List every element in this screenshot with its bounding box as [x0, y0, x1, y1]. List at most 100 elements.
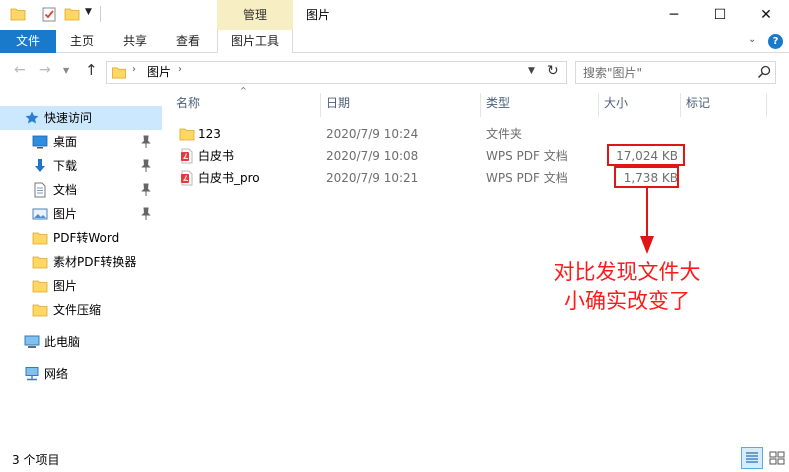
folder-icon [179, 128, 195, 141]
new-folder-icon[interactable] [64, 6, 80, 22]
sidebar-item-label: 文档 [53, 183, 78, 197]
expand-ribbon-icon[interactable]: ⌄ [748, 34, 756, 45]
pin-icon[interactable] [140, 207, 152, 221]
chevron-right-icon[interactable]: › [132, 64, 136, 75]
file-name: 白皮书_pro [198, 171, 260, 185]
forward-arrow-icon[interactable]: → [39, 62, 51, 78]
column-header-size[interactable]: 大小 [604, 91, 628, 115]
sidebar-item-network[interactable]: 网络 [0, 362, 162, 386]
folder-icon [112, 67, 126, 79]
tab-home[interactable]: 主页 [57, 30, 107, 53]
breadcrumb[interactable]: 图片 [147, 62, 171, 83]
column-divider[interactable] [480, 93, 481, 117]
back-arrow-icon[interactable]: ← [14, 62, 26, 78]
sidebar-item-pdf-converter[interactable]: 素材PDF转换器 [0, 250, 162, 274]
document-icon [34, 182, 46, 198]
folder-icon [32, 256, 48, 269]
sidebar-item-label: 桌面 [53, 135, 78, 149]
column-header-date[interactable]: 日期 [326, 91, 350, 115]
address-bar[interactable]: › 图片 › ▼ ↻ [106, 61, 567, 84]
highlight-box-compressed-size [614, 166, 679, 188]
refresh-icon[interactable]: ↻ [547, 63, 559, 79]
file-type: WPS PDF 文档 [486, 149, 568, 163]
pin-icon[interactable] [140, 159, 152, 173]
network-icon [25, 367, 39, 381]
annotation-line: 小确实改变了 [564, 289, 690, 313]
window-title: 图片 [306, 8, 331, 22]
desktop-icon [32, 135, 48, 149]
details-view-icon [746, 452, 758, 463]
folder-icon [32, 304, 48, 317]
folder-icon [32, 232, 48, 245]
column-header-tags[interactable]: 标记 [686, 91, 710, 115]
sidebar-item-label: PDF转Word [53, 231, 120, 245]
computer-icon [24, 335, 40, 348]
large-icons-view-icon [769, 451, 785, 465]
chevron-right-icon[interactable]: › [178, 64, 182, 75]
file-name: 白皮书 [198, 149, 235, 163]
up-arrow-icon[interactable]: ↑ [85, 61, 98, 79]
file-type: WPS PDF 文档 [486, 171, 568, 185]
sidebar-item-pictures[interactable]: 图片 [0, 202, 162, 226]
pictures-icon [32, 208, 48, 220]
manage-context-tab[interactable]: 管理 [217, 0, 293, 30]
sidebar-item-label: 此电脑 [44, 335, 81, 349]
sidebar-item-quick-access[interactable]: 快速访问 [0, 106, 162, 130]
title-bar: ▼ 管理 图片 ─ ☐ ✕ [0, 0, 789, 30]
annotation-arrow-icon [640, 186, 654, 254]
sidebar-item-downloads[interactable]: 下载 [0, 154, 162, 178]
pin-icon[interactable] [140, 183, 152, 197]
chevron-down-icon[interactable]: ▼ [528, 66, 535, 76]
maximize-button[interactable]: ☐ [697, 0, 743, 30]
search-icon[interactable] [756, 64, 772, 80]
sidebar-item-label: 素材PDF转换器 [53, 255, 137, 269]
folder-icon[interactable] [10, 6, 26, 22]
sidebar-item-label: 文件压缩 [53, 303, 102, 317]
search-input[interactable] [576, 62, 751, 83]
tab-share[interactable]: 共享 [109, 30, 161, 53]
sort-ascending-icon: ^ [240, 86, 247, 95]
customize-toolbar-icon[interactable]: ▼ [85, 7, 92, 17]
star-icon [25, 111, 39, 124]
ribbon-tabs: 文件 主页 共享 查看 图片工具 ⌄ ? [0, 30, 789, 53]
folder-icon [32, 280, 48, 293]
column-header-name[interactable]: 名称 [176, 91, 200, 115]
column-header-type[interactable]: 类型 [486, 91, 510, 115]
sidebar-item-this-pc[interactable]: 此电脑 [0, 330, 162, 354]
table-row[interactable]: 123 2020/7/9 10:24 文件夹 [170, 123, 770, 145]
column-divider[interactable] [766, 93, 767, 117]
recent-locations-icon[interactable]: ▼ [63, 66, 69, 75]
table-row[interactable]: 白皮书_pro 2020/7/9 10:21 WPS PDF 文档 1,738 … [170, 167, 770, 189]
sidebar-item-label: 图片 [53, 279, 78, 293]
pin-icon[interactable] [140, 135, 152, 149]
sidebar-item-label: 图片 [53, 207, 78, 221]
details-view-button[interactable] [741, 447, 763, 469]
search-box[interactable] [575, 61, 776, 84]
large-icons-view-button[interactable] [766, 447, 788, 469]
sidebar-item-pdf-to-word[interactable]: PDF转Word [0, 226, 162, 250]
sidebar-item-label: 网络 [44, 367, 69, 381]
pdf-icon [181, 170, 193, 186]
sidebar-item-label: 快速访问 [44, 111, 93, 125]
file-date: 2020/7/9 10:08 [326, 149, 419, 163]
column-divider[interactable] [598, 93, 599, 117]
file-name: 123 [198, 127, 221, 141]
close-button[interactable]: ✕ [743, 0, 789, 30]
tab-file[interactable]: 文件 [0, 30, 56, 53]
help-icon[interactable]: ? [768, 34, 783, 49]
sidebar-item-documents[interactable]: 文档 [0, 178, 162, 202]
sidebar-item-pictures-folder[interactable]: 图片 [0, 274, 162, 298]
tab-picture-tools[interactable]: 图片工具 [217, 30, 293, 53]
minimize-button[interactable]: ─ [651, 0, 697, 30]
sidebar-item-file-compress[interactable]: 文件压缩 [0, 298, 162, 322]
file-date: 2020/7/9 10:24 [326, 127, 419, 141]
column-divider[interactable] [320, 93, 321, 117]
sidebar-item-label: 下载 [53, 159, 78, 173]
tab-view[interactable]: 查看 [162, 30, 214, 53]
annotation-callout: 对比发现文件大 小确实改变了 [534, 258, 720, 316]
pdf-icon [181, 148, 193, 164]
column-divider[interactable] [680, 93, 681, 117]
sidebar-item-desktop[interactable]: 桌面 [0, 130, 162, 154]
properties-icon[interactable] [41, 6, 57, 22]
download-icon [35, 159, 45, 172]
